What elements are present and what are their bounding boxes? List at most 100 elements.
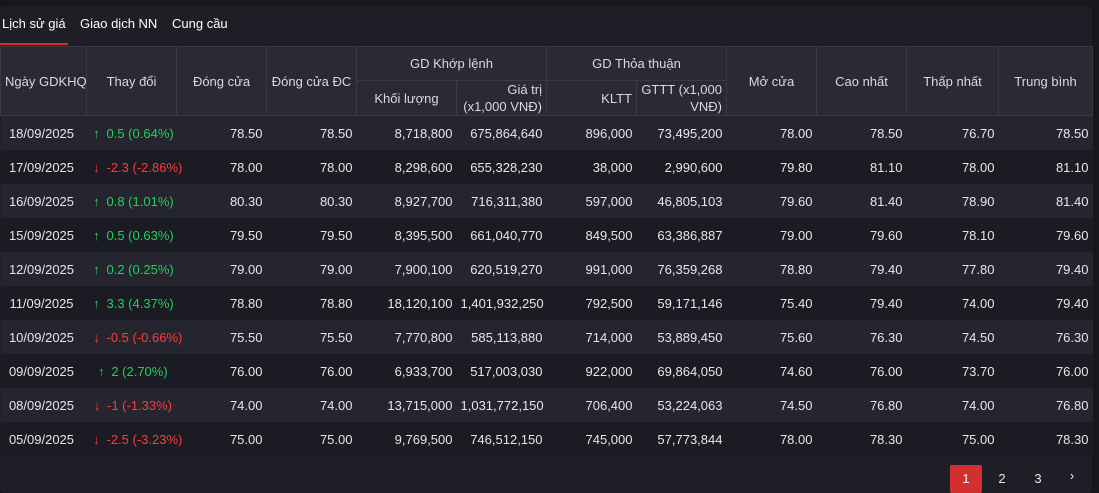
high-cell: 79.60 [816,218,907,252]
deal-volume-cell: 922,000 [546,354,637,388]
deal-volume-cell: 706,400 [546,388,637,422]
adj-close-cell: 79.50 [266,218,357,252]
arrow-down-icon: ↓ [93,159,100,175]
date-cell: 05/09/2025 [0,422,87,456]
deal-value-cell: 2,990,600 [636,150,727,184]
low-cell: 74.00 [906,388,999,422]
next-page-icon[interactable]: › [1056,462,1088,490]
change-value: 3.3 (4.37%) [106,295,174,311]
open-cell: 74.60 [726,354,817,388]
page-2-button[interactable]: 2 [986,465,1018,493]
low-cell: 76.70 [906,115,999,150]
table-row: 11/09/2025 ↑ 3.3 (4.37%) 78.80 78.80 18,120,1… [0,286,1093,320]
avg-cell: 76.30 [998,320,1093,354]
header-low[interactable]: Thấp nhất [906,46,999,116]
change-cell: ↑ 0.5 (0.63%) [86,218,177,252]
page-3-button[interactable]: 3 [1022,465,1054,493]
matched-value-cell: 675,864,640 [456,115,547,150]
matched-value-cell: 620,519,270 [456,252,547,286]
deal-value-cell: 53,224,063 [636,388,727,422]
matched-volume-cell: 8,298,600 [356,150,457,184]
header-adj-close[interactable]: Đóng cửa ĐC [266,46,357,116]
adj-close-cell: 79.00 [266,252,357,286]
close-cell: 75.00 [176,422,267,456]
change-cell: ↓ -2.3 (-2.86%) [86,150,182,184]
low-cell: 73.70 [906,354,999,388]
table-row: 17/09/2025 ↓ -2.3 (-2.86%) 78.00 78.00 8,298,… [0,150,1093,184]
open-cell: 79.60 [726,184,817,218]
deal-value-cell: 53,889,450 [636,320,727,354]
table-row: 15/09/2025 ↑ 0.5 (0.63%) 79.50 79.50 8,395,50… [0,218,1093,252]
deal-volume-cell: 896,000 [546,115,637,150]
change-value: -0.5 (-0.66%) [106,329,183,345]
date-cell: 09/09/2025 [0,354,87,388]
header-open[interactable]: Mở cửa [726,46,817,116]
deal-volume-cell: 849,500 [546,218,637,252]
high-cell: 76.30 [816,320,907,354]
arrow-down-icon: ↓ [93,431,100,447]
high-cell: 79.40 [816,286,907,320]
header-matched-value[interactable]: Giá trị (x1,000 VNĐ) [456,80,547,116]
deal-volume-cell: 597,000 [546,184,637,218]
arrow-up-icon: ↑ [93,227,100,243]
change-value: 0.2 (0.25%) [106,261,174,277]
price-history-panel: Lịch sử giá Giao dịch NN Cung cầu Ngày G… [0,6,1093,493]
date-cell: 11/09/2025 [0,286,87,320]
deal-volume-cell: 792,500 [546,286,637,320]
change-value: -2.3 (-2.86%) [106,159,183,175]
change-cell: ↑ 3.3 (4.37%) [86,286,177,320]
open-cell: 79.00 [726,218,817,252]
close-cell: 78.80 [176,286,267,320]
price-history-table: Ngày GDKHQ Thay đổi Đóng cửa Đóng cửa ĐC… [0,46,1093,456]
table-body: 18/09/2025 ↑ 0.5 (0.64%) 78.50 78.50 8,718,80… [0,115,1093,456]
deal-volume-cell: 745,000 [546,422,637,456]
matched-volume-cell: 7,900,100 [356,252,457,286]
date-cell: 18/09/2025 [0,115,87,150]
arrow-up-icon: ↑ [93,295,100,311]
table-row: 12/09/2025 ↑ 0.2 (0.25%) 79.00 79.00 7,900,10… [0,252,1093,286]
date-cell: 08/09/2025 [0,388,87,422]
header-high[interactable]: Cao nhất [816,46,907,116]
avg-cell: 76.80 [998,388,1093,422]
close-cell: 79.00 [176,252,267,286]
matched-value-cell: 655,328,230 [456,150,547,184]
arrow-down-icon: ↓ [93,397,101,413]
tab-foreign-trading[interactable]: Giao dịch NN [80,16,157,31]
open-cell: 75.60 [726,320,817,354]
change-cell: ↑ 0.8 (1.01%) [86,184,177,218]
header-avg[interactable]: Trung bình [998,46,1093,116]
header-matched-volume[interactable]: Khối lượng [356,80,457,116]
tab-supply-demand[interactable]: Cung cầu [172,16,228,31]
high-cell: 76.00 [816,354,907,388]
low-cell: 78.10 [906,218,999,252]
adj-close-cell: 76.00 [266,354,357,388]
change-cell: ↓ -2.5 (-3.23%) [86,422,182,456]
deal-volume-cell: 714,000 [546,320,637,354]
tab-price-history[interactable]: Lịch sử giá [0,16,68,45]
change-cell: ↓ -1 (-1.33%) [86,388,177,422]
high-cell: 81.10 [816,150,907,184]
open-cell: 74.50 [726,388,817,422]
header-date[interactable]: Ngày GDKHQ [0,46,87,116]
close-cell: 79.50 [176,218,267,252]
matched-value-cell: 1,401,932,250 [456,286,547,320]
close-cell: 80.30 [176,184,267,218]
header-deal-volume[interactable]: KLTT [546,80,637,116]
date-cell: 12/09/2025 [0,252,87,286]
arrow-up-icon: ↑ [93,125,100,141]
header-close[interactable]: Đóng cửa [176,46,267,116]
arrow-down-icon: ↓ [93,329,100,345]
deal-value-cell: 76,359,268 [636,252,727,286]
page-1-button[interactable]: 1 [950,465,982,493]
low-cell: 78.00 [906,150,999,184]
change-value: -1 (-1.33%) [106,397,173,413]
change-value: -2.5 (-3.23%) [106,431,183,447]
table-row: 08/09/2025 ↓ -1 (-1.33%) 74.00 74.00 13,715,0… [0,388,1093,422]
header-change[interactable]: Thay đổi [86,46,177,116]
close-cell: 75.50 [176,320,267,354]
avg-cell: 79.60 [998,218,1093,252]
date-cell: 15/09/2025 [0,218,87,252]
avg-cell: 78.30 [998,422,1093,456]
header-deal-value[interactable]: GTTT (x1,000 VNĐ) [636,80,727,116]
adj-close-cell: 74.00 [266,388,357,422]
